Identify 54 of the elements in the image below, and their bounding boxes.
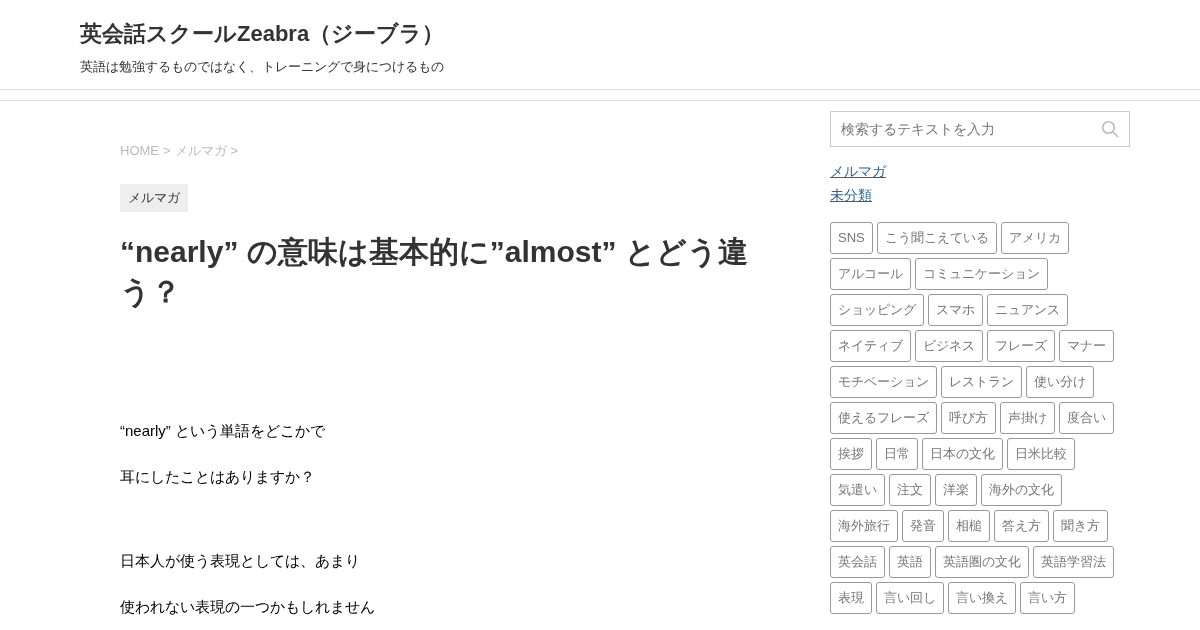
- tag-link[interactable]: 表現: [830, 582, 872, 614]
- tag-link[interactable]: 気遣い: [830, 474, 885, 506]
- tag-link[interactable]: 日米比較: [1007, 438, 1075, 470]
- tag-link[interactable]: ニュアンス: [987, 294, 1068, 326]
- tag-link[interactable]: ビジネス: [915, 330, 983, 362]
- tag-link[interactable]: 使い分け: [1026, 366, 1094, 398]
- article-paragraph: 日本人が使う表現としては、あまり: [120, 551, 361, 571]
- tag-link[interactable]: 英会話: [830, 546, 885, 578]
- search-icon[interactable]: [1101, 120, 1119, 138]
- tag-link[interactable]: ショッピング: [830, 294, 924, 326]
- tag-link[interactable]: こう聞こえている: [876, 222, 997, 254]
- tag-link[interactable]: アルコール: [830, 258, 911, 290]
- article-paragraph: 使われない表現の一つかもしれません: [120, 597, 376, 617]
- tag-link[interactable]: 言い回し: [876, 582, 944, 614]
- tag-link[interactable]: 聞き方: [1053, 510, 1108, 542]
- breadcrumb-separator: >: [230, 142, 239, 160]
- tag-link[interactable]: 洋楽: [935, 474, 977, 506]
- tag-link[interactable]: モチベーション: [830, 366, 937, 398]
- tag-link[interactable]: ネイティブ: [830, 330, 911, 362]
- tag-link[interactable]: 日本の文化: [922, 438, 1003, 470]
- tag-link[interactable]: 発音: [902, 510, 944, 542]
- tag-link[interactable]: コミュニケーション: [915, 258, 1048, 290]
- tag-link[interactable]: レストラン: [941, 366, 1022, 398]
- tag-link[interactable]: 度合い: [1059, 402, 1114, 434]
- search-field[interactable]: 検索するテキストを入力: [830, 111, 1130, 147]
- article-paragraph: “nearly” という単語をどこかで: [120, 421, 326, 441]
- site-tagline: 英語は勉強するものではなく、トレーニングで身につけるもの: [80, 58, 445, 76]
- site-title[interactable]: 英会話スクールZeabra（ジーブラ）: [80, 19, 1200, 49]
- breadcrumb-separator: >: [163, 142, 171, 160]
- tag-link[interactable]: 海外旅行: [830, 510, 898, 542]
- tag-link[interactable]: SNS: [830, 222, 873, 254]
- tag-link[interactable]: 相槌: [948, 510, 990, 542]
- article-paragraph: 耳にしたことはありますか？: [120, 467, 316, 487]
- tag-link[interactable]: 言い方: [1020, 582, 1075, 614]
- tag-link[interactable]: マナー: [1059, 330, 1114, 362]
- article-title: “nearly” の意味は基本的に”almost” とどう違う？: [120, 234, 749, 310]
- tag-link[interactable]: 声掛け: [1000, 402, 1055, 434]
- tag-link[interactable]: 挨拶: [830, 438, 872, 470]
- tag-link[interactable]: スマホ: [928, 294, 983, 326]
- tag-link[interactable]: 使えるフレーズ: [830, 402, 937, 434]
- tag-link[interactable]: 言い換え: [948, 582, 1016, 614]
- tag-link[interactable]: 日常: [876, 438, 918, 470]
- tag-link[interactable]: 英語学習法: [1033, 546, 1114, 578]
- tag-link[interactable]: フレーズ: [987, 330, 1055, 362]
- category-link[interactable]: 未分類: [830, 183, 872, 207]
- tag-link[interactable]: 呼び方: [941, 402, 996, 434]
- category-label[interactable]: メルマガ: [120, 184, 188, 212]
- tag-link[interactable]: 答え方: [994, 510, 1049, 542]
- tag-link[interactable]: アメリカ: [1000, 222, 1069, 254]
- tag-link[interactable]: 英語圏の文化: [935, 546, 1029, 578]
- tag-link[interactable]: 海外の文化: [981, 474, 1062, 506]
- tag-link[interactable]: 英語: [889, 546, 931, 578]
- category-link[interactable]: メルマガ: [830, 159, 886, 183]
- tag-link[interactable]: 注文: [889, 474, 931, 506]
